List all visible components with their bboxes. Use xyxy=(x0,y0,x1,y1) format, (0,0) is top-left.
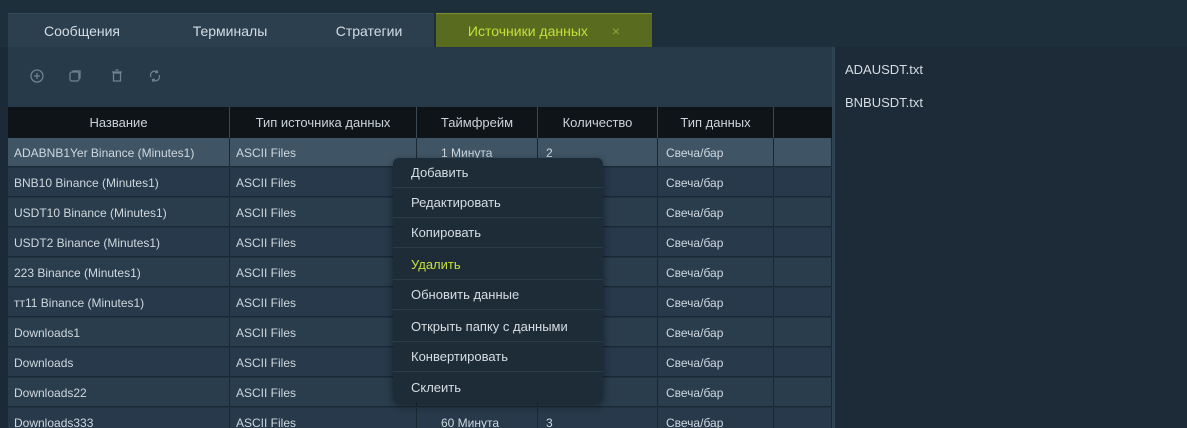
file-item[interactable]: BNBUSDT.txt xyxy=(845,95,923,110)
table-cell: Свеча/бар xyxy=(658,198,774,227)
column-header-count[interactable]: Количество xyxy=(538,107,658,138)
toolbar xyxy=(8,47,832,107)
menu-item-convert[interactable]: Конвертировать xyxy=(393,342,603,372)
table-cell: ASCII Files xyxy=(230,348,417,377)
table-cell xyxy=(774,198,832,227)
table-cell: ASCII Files xyxy=(230,258,417,287)
table-cell: Свеча/бар xyxy=(658,348,774,377)
menu-item-merge[interactable]: Склеить xyxy=(393,372,603,402)
tab-data-sources[interactable]: Источники данных × xyxy=(436,13,652,47)
column-header-data-type[interactable]: Тип данных xyxy=(658,107,774,138)
delete-icon[interactable] xyxy=(108,67,126,85)
column-header-name[interactable]: Название xyxy=(8,107,230,138)
table-cell: ASCII Files xyxy=(230,288,417,317)
column-header-extra xyxy=(774,107,832,138)
table-cell: Свеча/бар xyxy=(658,408,774,428)
table-cell: Свеча/бар xyxy=(658,318,774,347)
column-header-source-type[interactable]: Тип источника данных xyxy=(230,107,417,138)
table-cell: тт11 Binance (Minutes1) xyxy=(8,288,230,317)
table-cell: Downloads333 xyxy=(8,408,230,428)
table-cell: Свеча/бар xyxy=(658,228,774,257)
menu-item-edit[interactable]: Редактировать xyxy=(393,188,603,218)
table-cell: USDT10 Binance (Minutes1) xyxy=(8,198,230,227)
menu-item-open-folder[interactable]: Открыть папку с данными xyxy=(393,312,603,342)
table-cell: ASCII Files xyxy=(230,378,417,407)
tab-messages[interactable]: Сообщения xyxy=(8,13,156,47)
refresh-icon[interactable] xyxy=(146,67,164,85)
add-icon[interactable] xyxy=(28,67,46,85)
table-cell: Downloads1 xyxy=(8,318,230,347)
table-cell: Свеча/бар xyxy=(658,288,774,317)
copy-icon[interactable] xyxy=(66,67,84,85)
table-cell: ADABNB1Yer Binance (Minutes1) xyxy=(8,138,230,167)
table-cell: ASCII Files xyxy=(230,168,417,197)
table-cell xyxy=(774,318,832,347)
table-cell: ASCII Files xyxy=(230,318,417,347)
table-cell: Свеча/бар xyxy=(658,138,774,167)
table-cell: ASCII Files xyxy=(230,138,417,167)
table-cell: 60 Минута xyxy=(417,408,538,428)
menu-item-add[interactable]: Добавить xyxy=(393,158,603,188)
table-cell: 3 xyxy=(538,408,658,428)
context-menu: Добавить Редактировать Копировать Удалит… xyxy=(393,158,603,403)
table-cell: 223 Binance (Minutes1) xyxy=(8,258,230,287)
table-cell xyxy=(774,378,832,407)
tab-strategies[interactable]: Стратегии xyxy=(304,13,434,47)
column-header-timeframe[interactable]: Таймфрейм xyxy=(417,107,538,138)
tab-terminals[interactable]: Терминалы xyxy=(156,13,304,47)
file-item[interactable]: ADAUSDT.txt xyxy=(845,62,923,77)
table-cell xyxy=(774,408,832,428)
tab-label: Терминалы xyxy=(192,22,268,39)
table-cell xyxy=(774,168,832,197)
table-cell: Свеча/бар xyxy=(658,258,774,287)
table-cell: ASCII Files xyxy=(230,228,417,257)
table-cell: Свеча/бар xyxy=(658,378,774,407)
table-cell xyxy=(774,288,832,317)
menu-item-copy[interactable]: Копировать xyxy=(393,218,603,248)
table-cell xyxy=(774,348,832,377)
table-header: Название Тип источника данных Таймфрейм … xyxy=(8,107,832,138)
close-icon[interactable]: × xyxy=(612,23,620,39)
table-row[interactable]: Downloads333 ASCII Files 60 Минута 3 Свеча/б… xyxy=(8,408,832,428)
tab-label: Сообщения xyxy=(44,22,120,39)
table-cell: ASCII Files xyxy=(230,198,417,227)
menu-item-refresh-data[interactable]: Обновить данные xyxy=(393,280,603,310)
table-cell xyxy=(774,138,832,167)
table-cell: Downloads xyxy=(8,348,230,377)
table-cell: USDT2 Binance (Minutes1) xyxy=(8,228,230,257)
table-cell xyxy=(774,258,832,287)
table-cell: BNB10 Binance (Minutes1) xyxy=(8,168,230,197)
table-cell xyxy=(774,228,832,257)
files-panel: ADAUSDT.txt BNBUSDT.txt xyxy=(832,47,1187,428)
table-cell: Downloads22 xyxy=(8,378,230,407)
tab-label: Стратегии xyxy=(335,22,403,39)
tab-bar: Сообщения Терминалы Стратегии Источники … xyxy=(0,0,1187,47)
table-cell: Свеча/бар xyxy=(658,168,774,197)
table-cell: ASCII Files xyxy=(230,408,417,428)
menu-item-delete[interactable]: Удалить xyxy=(393,250,603,280)
tab-label: Источники данных xyxy=(467,22,588,39)
